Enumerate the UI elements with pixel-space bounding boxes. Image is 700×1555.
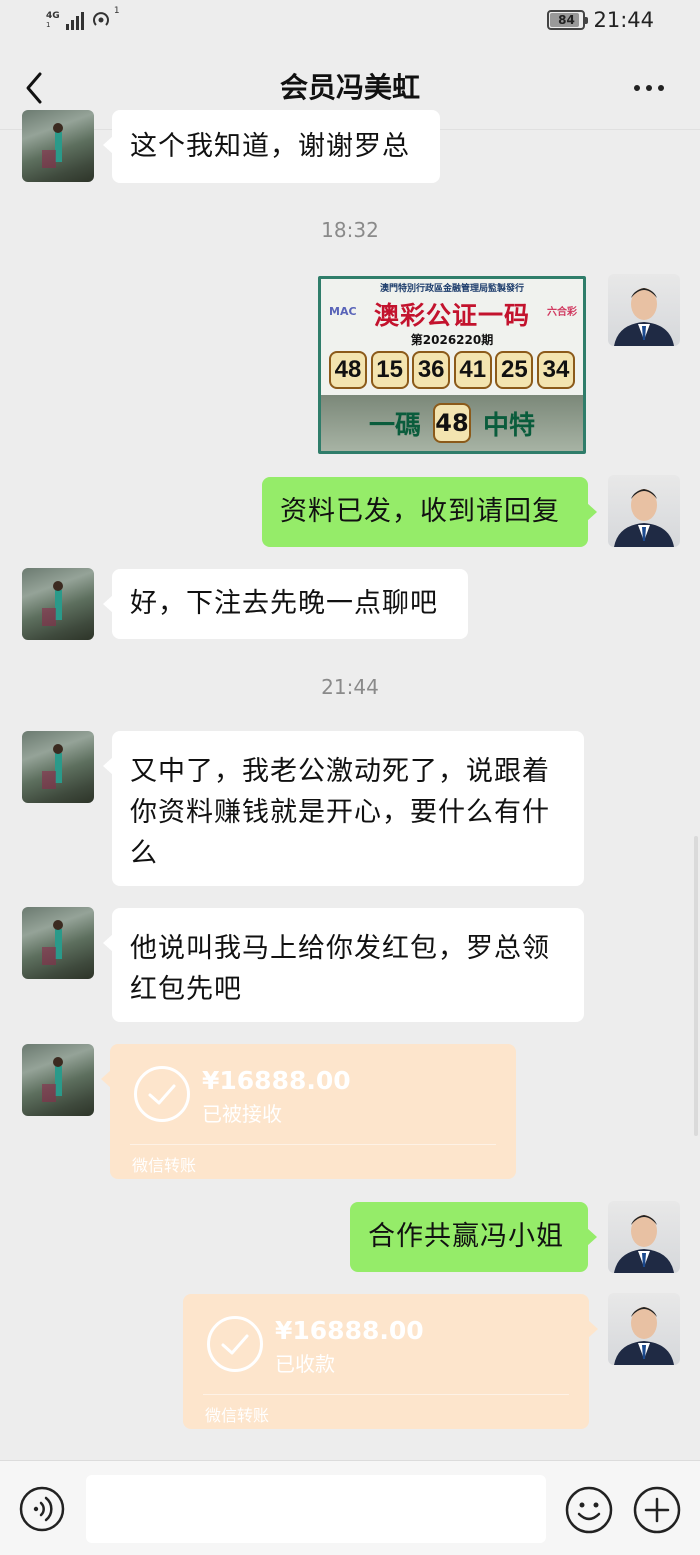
lottery-number: 41 bbox=[453, 351, 492, 389]
lottery-number: 36 bbox=[412, 351, 451, 389]
transfer-card-received[interactable]: ¥16888.00 已被接收 微信转账 bbox=[101, 1044, 516, 1179]
status-clock: 21:44 bbox=[593, 8, 654, 32]
avatar-contact[interactable] bbox=[22, 110, 94, 182]
voice-icon[interactable] bbox=[18, 1485, 66, 1533]
avatar-contact[interactable] bbox=[22, 568, 94, 640]
lottery-logo-right: 六合彩 bbox=[547, 307, 577, 318]
message-text: 他说叫我马上给你发红包，罗总领红包先吧 bbox=[130, 933, 550, 1005]
battery-icon: 84 bbox=[547, 10, 589, 30]
transfer-divider bbox=[203, 1394, 569, 1395]
hotspot-sup: 1 bbox=[113, 6, 120, 16]
lottery-period: 第2026220期 bbox=[410, 333, 494, 347]
transfer-amount: ¥16888.00 bbox=[202, 1066, 351, 1095]
lottery-number: 25 bbox=[495, 351, 534, 389]
message-text: 合作共赢冯小姐 bbox=[368, 1221, 564, 1252]
transfer-card-collected[interactable]: ¥16888.00 已收款 微信转账 bbox=[183, 1294, 598, 1429]
message-text: 又中了，我老公激动死了，说跟着你资料赚钱就是开心，要什么有什么 bbox=[130, 756, 550, 869]
message-input[interactable] bbox=[86, 1475, 546, 1543]
message-bubble-incoming[interactable]: 他说叫我马上给你发红包，罗总领红包先吧 bbox=[103, 908, 584, 1022]
avatar-contact[interactable] bbox=[22, 907, 94, 979]
message-bubble-outgoing[interactable]: 资料已发，收到请回复 bbox=[262, 477, 597, 547]
lottery-number: 48 bbox=[329, 351, 367, 389]
scrollbar[interactable] bbox=[694, 836, 698, 1136]
signal-icon bbox=[65, 12, 84, 30]
lottery-numbers: 48 15 36 41 25 34 bbox=[329, 351, 575, 391]
network-sub: 1 bbox=[46, 21, 51, 29]
timestamp: 18:32 bbox=[321, 218, 379, 242]
check-circle-icon bbox=[207, 1316, 263, 1372]
status-right: 84 21:44 bbox=[547, 8, 654, 32]
battery-level: 84 bbox=[558, 13, 575, 27]
more-icon[interactable] bbox=[634, 78, 670, 98]
lottery-title-row: 澳彩公证一码 bbox=[321, 297, 583, 331]
lottery-image[interactable]: 澳門特別行政區金融管理局監製發行 MAC 澳彩公证一码 六合彩 第2026220… bbox=[318, 276, 586, 454]
transfer-status: 已收款 bbox=[275, 1352, 335, 1376]
status-left: 4G 1 1 bbox=[46, 6, 120, 30]
timestamp: 21:44 bbox=[321, 675, 379, 699]
lottery-header: 澳門特別行政區金融管理局監製發行 bbox=[379, 284, 524, 294]
hotspot-icon: 1 bbox=[90, 6, 120, 30]
message-bubble-incoming[interactable]: 又中了，我老公激动死了，说跟着你资料赚钱就是开心，要什么有什么 bbox=[103, 731, 584, 886]
check-circle-icon bbox=[134, 1066, 190, 1122]
transfer-label: 微信转账 bbox=[132, 1156, 197, 1175]
lottery-bottom-left: 一碼 bbox=[368, 410, 421, 441]
avatar-self[interactable] bbox=[608, 1201, 680, 1273]
message-text: 资料已发，收到请回复 bbox=[280, 496, 560, 527]
avatar-contact[interactable] bbox=[22, 731, 94, 803]
lottery-special-number: 48 bbox=[433, 403, 471, 443]
lottery-bottom-right: 中特 bbox=[483, 410, 536, 441]
network-label: 4G 1 bbox=[46, 12, 60, 30]
lottery-bottom: 一碼 48 中特 bbox=[321, 395, 583, 451]
message-text: 好，下注去先晚一点聊吧 bbox=[130, 588, 438, 619]
message-text: 这个我知道，谢谢罗总 bbox=[130, 131, 410, 162]
lottery-number: 15 bbox=[370, 351, 409, 389]
message-bubble-incoming[interactable]: 这个我知道，谢谢罗总 bbox=[103, 110, 440, 183]
emoji-icon[interactable] bbox=[564, 1485, 614, 1535]
lottery-title: 澳彩公证一码 bbox=[373, 301, 530, 330]
transfer-status: 已被接收 bbox=[202, 1102, 282, 1126]
avatar-contact[interactable] bbox=[22, 1044, 94, 1116]
transfer-label: 微信转账 bbox=[205, 1406, 270, 1425]
transfer-amount: ¥16888.00 bbox=[275, 1316, 424, 1345]
avatar-self[interactable] bbox=[608, 274, 680, 346]
network-type: 4G bbox=[46, 11, 60, 21]
message-bubble-incoming[interactable]: 好，下注去先晚一点聊吧 bbox=[103, 569, 468, 639]
plus-icon[interactable] bbox=[632, 1485, 682, 1535]
message-bubble-outgoing[interactable]: 合作共赢冯小姐 bbox=[350, 1202, 597, 1272]
status-bar: 4G 1 1 84 21:44 bbox=[0, 0, 700, 46]
lottery-number: 34 bbox=[536, 351, 575, 389]
avatar-self[interactable] bbox=[608, 1293, 680, 1365]
input-bar bbox=[0, 1460, 700, 1555]
avatar-self[interactable] bbox=[608, 475, 680, 547]
transfer-divider bbox=[130, 1144, 496, 1145]
